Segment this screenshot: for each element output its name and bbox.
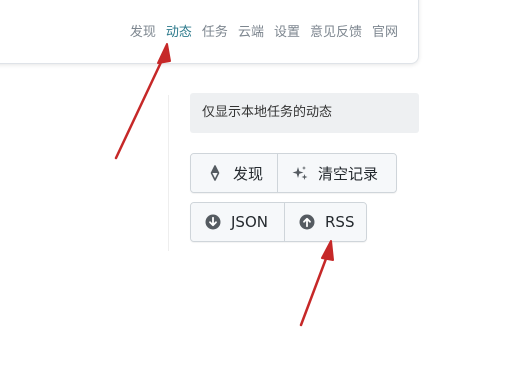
activity-actions-group: 发现 清空记录: [190, 153, 397, 193]
page: 发现 动态 任务 云端 设置 意见反馈 官网 仅显示本地任务的动态 发现 清空记…: [0, 0, 531, 379]
clear-records-button[interactable]: 清空记录: [277, 154, 396, 192]
nav-item-settings[interactable]: 设置: [274, 24, 300, 42]
rss-button[interactable]: RSS: [284, 203, 366, 241]
nav-item-discover[interactable]: 发现: [130, 24, 156, 42]
download-circle-icon: [205, 214, 221, 230]
discover-button-label: 发现: [233, 164, 264, 183]
nav-item-cloud[interactable]: 云端: [238, 24, 264, 42]
arrow-to-rss-button: [299, 240, 334, 327]
sidebar-divider: [168, 95, 169, 251]
sparkle-icon: [292, 165, 308, 181]
discover-button[interactable]: 发现: [191, 154, 277, 192]
nav-item-website[interactable]: 官网: [372, 24, 398, 42]
top-nav: 发现 动态 任务 云端 设置 意见反馈 官网: [130, 24, 398, 42]
nav-item-activity[interactable]: 动态: [166, 24, 192, 42]
json-button-label: JSON: [231, 213, 268, 231]
compass-icon: [207, 165, 223, 181]
rss-button-label: RSS: [325, 213, 355, 231]
export-actions-group: JSON RSS: [190, 202, 367, 242]
nav-item-feedback[interactable]: 意见反馈: [310, 24, 362, 42]
json-button[interactable]: JSON: [191, 203, 284, 241]
clear-records-button-label: 清空记录: [318, 164, 379, 183]
upload-circle-icon: [299, 214, 315, 230]
local-activity-notice: 仅显示本地任务的动态: [190, 93, 419, 133]
nav-item-tasks[interactable]: 任务: [202, 24, 228, 42]
